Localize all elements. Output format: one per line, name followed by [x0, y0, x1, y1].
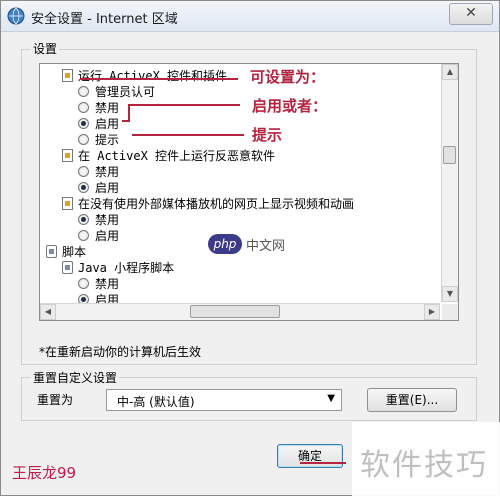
option-label: 提示: [95, 133, 120, 147]
radio-button[interactable]: [78, 86, 89, 97]
vertical-scroll-thumb[interactable]: [443, 146, 456, 164]
annotation-connector: [128, 104, 130, 122]
option-label: 管理员认可: [95, 85, 156, 99]
tree-item-label: Java 小程序脚本: [78, 261, 175, 275]
site-watermark-text: 软件技巧: [360, 448, 488, 483]
security-level-dropdown[interactable]: 中-高 (默认值) ▼: [106, 389, 342, 411]
radio-button[interactable]: [78, 102, 89, 113]
scroll-left-icon[interactable]: ◀: [40, 304, 56, 320]
tree-item-label: 在没有使用外部媒体播放机的网页上显示视频和动画: [78, 197, 355, 211]
horizontal-scrollbar[interactable]: ◀ ▶: [40, 303, 440, 320]
java-icon: [62, 261, 73, 274]
radio-button[interactable]: [78, 166, 89, 177]
category-label: 脚本: [62, 245, 87, 259]
option-label: 禁用: [95, 165, 120, 179]
radio-button-selected[interactable]: [78, 118, 89, 129]
window-title: 安全设置 - Internet 区域: [31, 12, 178, 27]
chevron-down-icon: ▼: [327, 393, 335, 404]
close-icon: ✕: [465, 5, 477, 21]
settings-group-label: 设置: [31, 40, 60, 57]
radio-button[interactable]: [78, 134, 89, 145]
close-button[interactable]: ✕: [449, 3, 493, 25]
settings-tree[interactable]: 运行 ActiveX 控件和插件 管理员认可 禁用 启用 提示 在 Active…: [39, 63, 459, 321]
page-icon: [62, 197, 73, 210]
annotation-connector: [128, 104, 240, 106]
gear-icon: [46, 245, 57, 258]
restart-note: *在重新启动你的计算机后生效: [39, 345, 202, 359]
watermark-logo: php: [208, 234, 242, 254]
radio-button-selected[interactable]: [78, 182, 89, 193]
vertical-scrollbar[interactable]: ▲ ▼: [441, 64, 458, 302]
annotation-connector: [132, 134, 244, 136]
site-watermark: 软件技巧: [352, 422, 500, 496]
annotation-can-set-to: 可设置为：: [250, 68, 326, 86]
page-icon: [62, 149, 73, 162]
radio-button[interactable]: [78, 230, 89, 241]
option-label: 启用: [95, 181, 120, 195]
watermark-logo-text: 中文网: [246, 239, 286, 254]
dropdown-value: 中-高 (默认值): [117, 395, 195, 409]
horizontal-scroll-thumb[interactable]: [190, 305, 280, 318]
php-cn-watermark: php 中文网: [208, 234, 292, 254]
radio-button-selected[interactable]: [78, 214, 89, 225]
page-icon: [62, 69, 73, 82]
reset-button[interactable]: 重置(E)...: [367, 388, 457, 412]
title-bar[interactable]: 安全设置 - Internet 区域 ✕: [1, 1, 499, 32]
scrollbar-corner: [442, 304, 458, 320]
ok-button[interactable]: 确定: [277, 444, 343, 468]
scroll-down-icon[interactable]: ▼: [442, 286, 458, 302]
tree-item-label: 在 ActiveX 控件上运行反恶意软件: [78, 149, 276, 163]
scroll-right-icon[interactable]: ▶: [424, 304, 440, 320]
globe-icon: [7, 7, 25, 25]
annotation-enable-or: 启用或者：: [252, 97, 328, 115]
option-label: 禁用: [95, 277, 120, 291]
annotation-ok-underline: [300, 462, 346, 464]
option-label: 禁用: [95, 101, 120, 115]
reset-group-label: 重置自定义设置: [31, 369, 120, 386]
option-label: 启用: [95, 229, 120, 243]
annotation-underline: [80, 78, 238, 80]
author-watermark: 王辰龙99: [12, 464, 77, 482]
tree-item-label: 运行 ActiveX 控件和插件: [78, 69, 228, 83]
option-label: 禁用: [95, 213, 120, 227]
reset-to-label: 重置为: [37, 393, 74, 407]
option-label: 启用: [95, 117, 120, 131]
radio-button[interactable]: [78, 278, 89, 289]
scroll-up-icon[interactable]: ▲: [442, 64, 458, 80]
annotation-prompt: 提示: [252, 126, 283, 144]
